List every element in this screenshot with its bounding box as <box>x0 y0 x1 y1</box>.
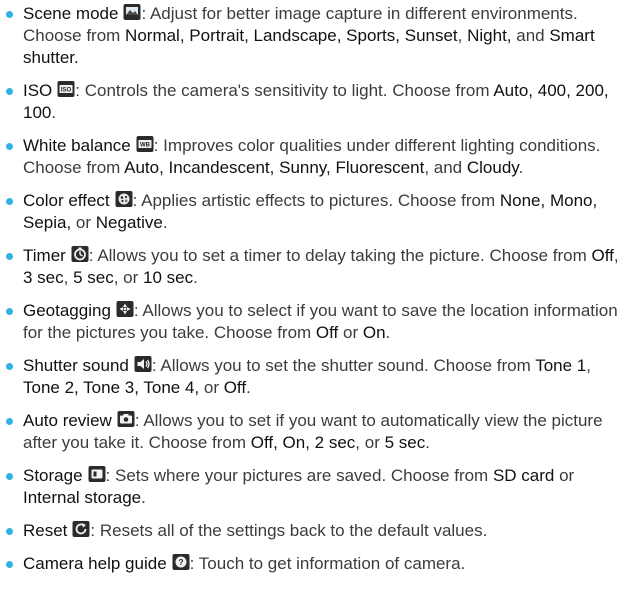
description-text: , or <box>113 268 144 287</box>
scene-mode-icon <box>123 3 141 21</box>
option-value: 10 sec <box>143 268 194 287</box>
description-text: or <box>71 213 96 232</box>
description-text: : Touch to get information of camera. <box>189 554 466 573</box>
list-item: Reset : Resets all of the settings back t… <box>0 520 633 542</box>
list-item: Shutter sound : Allows you to set the shu… <box>0 355 633 399</box>
list-item: Storage : Sets where your pictures are sa… <box>0 465 633 509</box>
setting-name: ISO <box>23 81 53 100</box>
description-text: and <box>511 26 550 45</box>
option-value: Cloudy <box>466 158 519 177</box>
list-item: Color effect : Applies artistic effects t… <box>0 190 633 234</box>
description-text: : Resets all of the settings back to the… <box>90 521 488 540</box>
option-value: Tone 2, Tone 3, Tone 4, <box>23 378 200 397</box>
description-text: . <box>162 213 168 232</box>
setting-name: Auto review <box>23 411 112 430</box>
setting-name: Reset <box>23 521 68 540</box>
option-value: Negative <box>95 213 163 232</box>
description-text: , <box>613 246 619 265</box>
description-text: : Allows you to set a timer to delay tak… <box>88 246 592 265</box>
option-value: SD card <box>492 466 555 485</box>
setting-name: Storage <box>23 466 83 485</box>
description-text: : Sets where your pictures are saved. Ch… <box>105 466 493 485</box>
list-item: Geotagging: Allows you to select if you … <box>0 300 633 344</box>
list-item: White balance WB: Improves color qualitie… <box>0 135 633 179</box>
timer-icon <box>71 245 89 263</box>
setting-name: Timer <box>23 246 66 265</box>
list-item: Auto review: Allows you to set if you wa… <box>0 410 633 454</box>
setting-name: Scene mode <box>23 4 119 23</box>
svg-text:ISO: ISO <box>61 88 72 94</box>
shutter-sound-icon <box>134 355 152 373</box>
iso-icon: ISO <box>57 80 75 98</box>
setting-name: Geotagging <box>23 301 111 320</box>
description-text: : Controls the camera's sensitivity to l… <box>75 81 494 100</box>
list-item: ISO ISO: Controls the camera's sensitivit… <box>0 80 633 124</box>
option-value: Normal, Portrait, Landscape, Sports, Sun… <box>125 26 458 45</box>
option-value: Night, <box>467 26 512 45</box>
white-balance-icon: WB <box>136 135 154 153</box>
setting-name: Shutter sound <box>23 356 129 375</box>
geotagging-icon <box>116 300 134 318</box>
svg-text:WB: WB <box>140 143 151 149</box>
description-text: or <box>338 323 363 342</box>
option-value: Off, On, 2 sec <box>250 433 356 452</box>
option-value: Tone 1 <box>535 356 587 375</box>
description-text: : Allows you to set the shutter sound. C… <box>151 356 536 375</box>
list-item: Timer : Allows you to set a timer to dela… <box>0 245 633 289</box>
description-text: , or <box>355 433 385 452</box>
help-icon: ? <box>172 553 190 571</box>
option-value: Off <box>591 246 614 265</box>
description-text: or <box>554 466 575 485</box>
setting-name: White balance <box>23 136 131 155</box>
description-text: , and <box>424 158 467 177</box>
description-text: , <box>586 356 591 375</box>
description-text: : Applies artistic effects to pictures. … <box>132 191 500 210</box>
reset-icon <box>72 520 90 538</box>
list-item: Camera help guide? : Touch to get informa… <box>0 553 633 575</box>
setting-name: Color effect <box>23 191 110 210</box>
storage-icon <box>88 465 106 483</box>
description-text: . <box>193 268 198 287</box>
option-value: 5 sec <box>384 433 426 452</box>
option-value: On <box>362 323 386 342</box>
description-text: , <box>457 26 468 45</box>
setting-name: Camera help guide <box>23 554 167 573</box>
description-text: . <box>518 158 524 177</box>
description-text: or <box>199 378 224 397</box>
list-item: Scene mode: Adjust for better image capt… <box>0 3 633 69</box>
description-text: . <box>385 323 391 342</box>
option-value: Internal storage <box>23 488 142 507</box>
description-text: , <box>63 268 74 287</box>
option-value: Off <box>315 323 339 342</box>
description-text: . <box>51 103 57 122</box>
option-value: 5 sec <box>73 268 114 287</box>
description-text: . <box>246 378 251 397</box>
option-value: 3 sec <box>23 268 64 287</box>
camera-settings-list: Scene mode: Adjust for better image capt… <box>0 0 633 575</box>
option-value: Off <box>223 378 247 397</box>
option-value: Auto, Incandescent, Sunny, Fluorescent <box>124 158 425 177</box>
color-effect-icon <box>115 190 133 208</box>
description-text: . <box>141 488 146 507</box>
auto-review-icon <box>117 410 135 428</box>
svg-text:?: ? <box>178 557 183 567</box>
description-text: . <box>425 433 430 452</box>
